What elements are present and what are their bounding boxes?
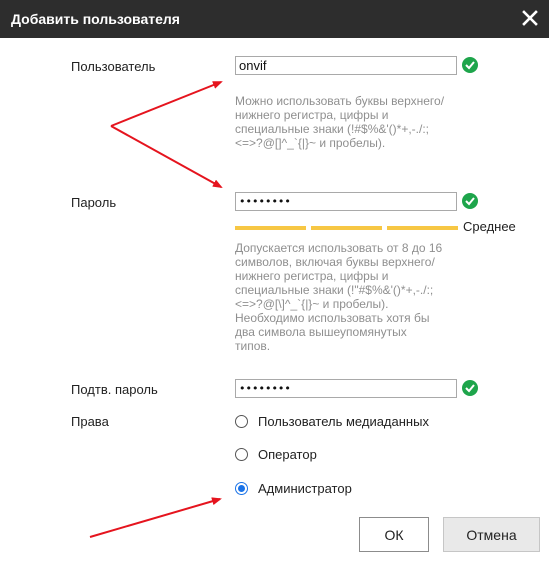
username-input[interactable]: [235, 56, 457, 75]
confirm-valid-icon: [462, 380, 478, 396]
arrow-to-administrator: [89, 497, 222, 538]
rights-label: Права: [71, 414, 109, 429]
strength-segment-1: [235, 226, 306, 230]
radio-label: Пользователь медиаданных: [258, 414, 429, 429]
strength-segment-2: [311, 226, 382, 230]
strength-segment-3: [387, 226, 458, 230]
radio-button[interactable]: [235, 448, 248, 461]
dialog-title: Добавить пользователя: [11, 11, 180, 27]
username-label: Пользователь: [71, 59, 156, 74]
confirm-password-input[interactable]: [235, 379, 457, 398]
confirm-password-label: Подтв. пароль: [71, 382, 158, 397]
arrow-to-username: [110, 81, 223, 127]
dialog-titlebar: Добавить пользователя: [0, 0, 549, 38]
radio-button[interactable]: [235, 415, 248, 428]
arrow-to-password: [110, 125, 223, 188]
cancel-button[interactable]: Отмена: [443, 517, 540, 552]
password-hint: Допускается использовать от 8 до 16 симв…: [235, 241, 443, 353]
username-valid-icon: [462, 57, 478, 73]
ok-button[interactable]: ОК: [359, 517, 429, 552]
password-valid-icon: [462, 193, 478, 209]
radio-label: Оператор: [258, 447, 317, 462]
password-label: Пароль: [71, 195, 117, 210]
radio-button[interactable]: [235, 482, 248, 495]
password-strength-label: Среднее: [463, 219, 516, 234]
close-icon[interactable]: [520, 8, 540, 28]
username-hint: Можно использовать буквы верхнего/нижнег…: [235, 94, 445, 150]
password-input[interactable]: [235, 192, 457, 211]
radio-label: Администратор: [258, 481, 352, 496]
